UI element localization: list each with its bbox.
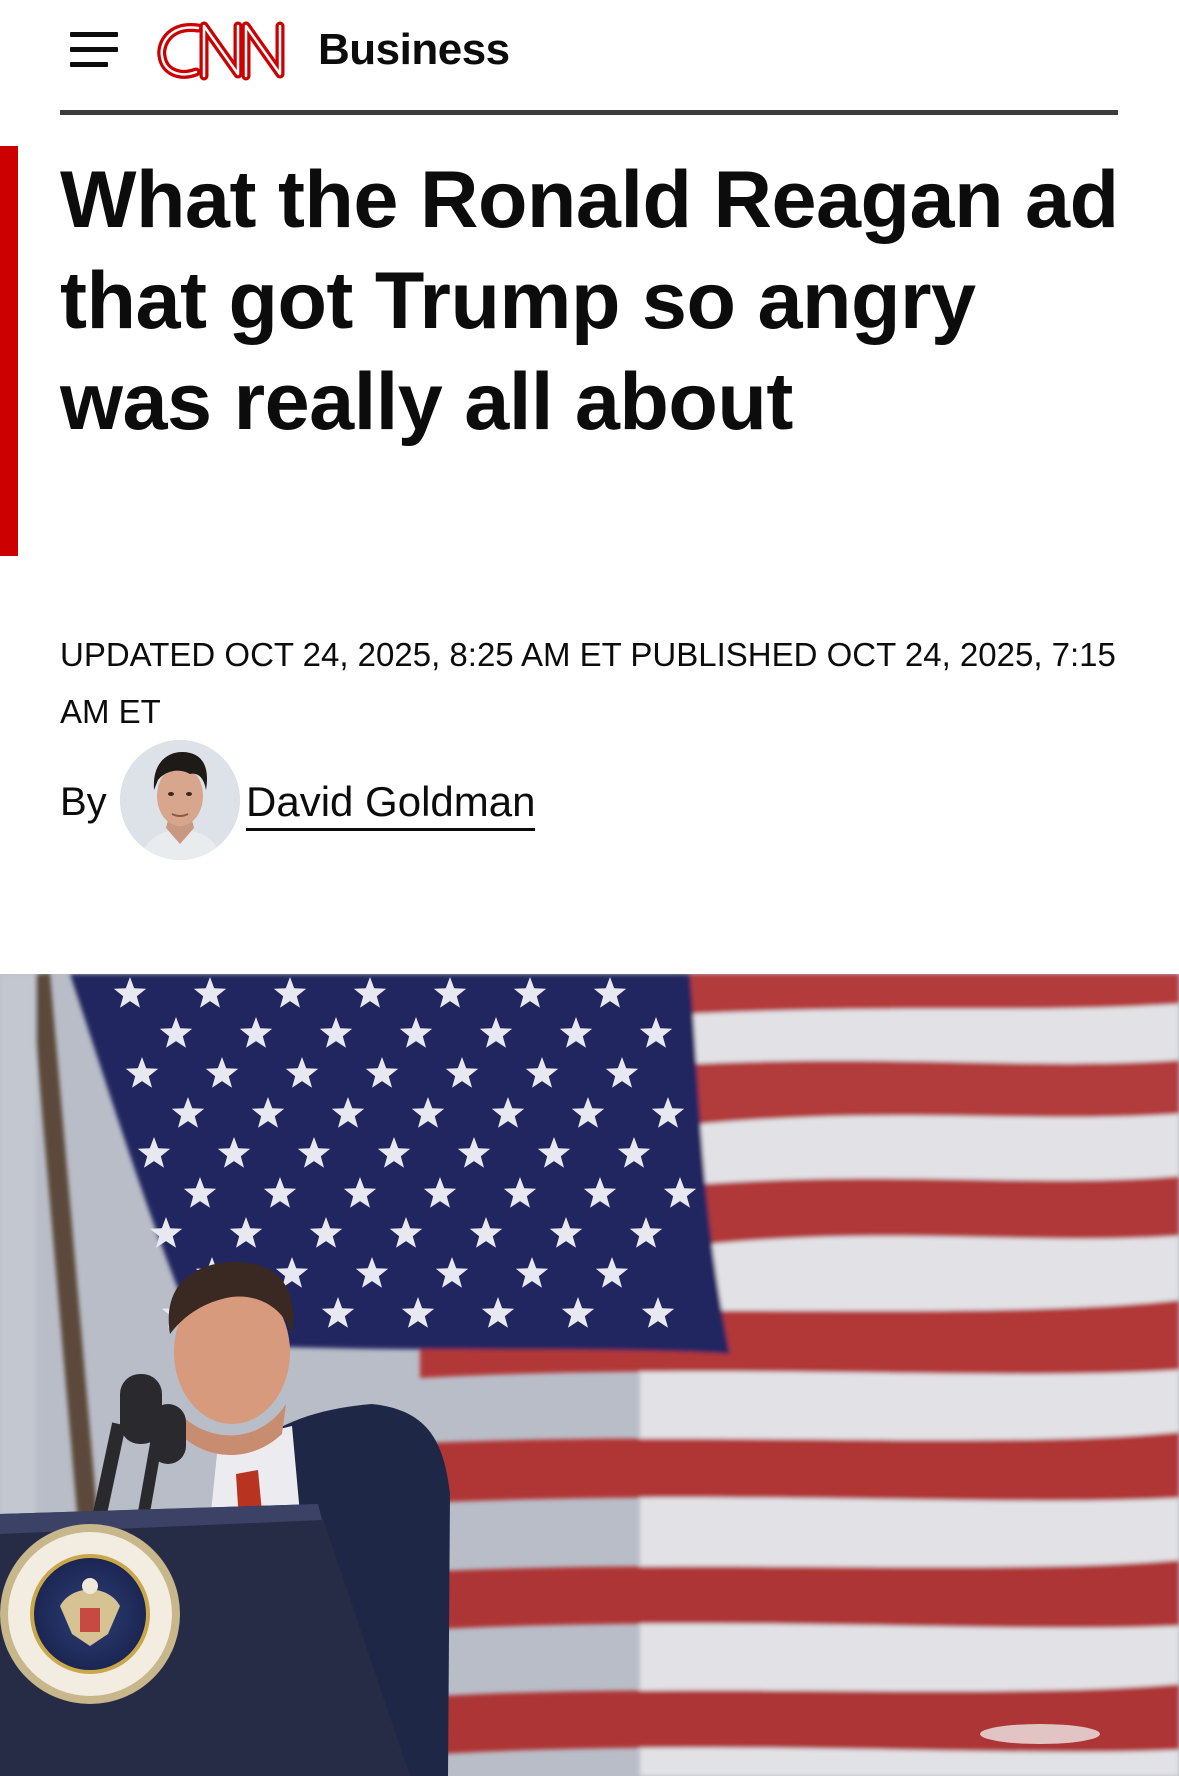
author-link[interactable]: David Goldman — [246, 778, 536, 831]
article-timestamp: UPDATED OCT 24, 2025, 8:25 AM ET PUBLISH… — [60, 636, 1116, 730]
header-divider — [60, 110, 1118, 115]
byline: By David Goldman — [60, 740, 760, 864]
hero-image[interactable] — [0, 974, 1179, 1776]
cnn-logo[interactable] — [154, 14, 296, 86]
hamburger-menu-icon[interactable] — [66, 26, 122, 70]
author-avatar[interactable] — [120, 740, 240, 860]
article-headline: What the Ronald Reagan ad that got Trump… — [60, 155, 1119, 447]
headline-accent-bar — [0, 146, 18, 556]
byline-prefix: By — [60, 780, 107, 824]
section-label[interactable]: Business — [318, 22, 510, 78]
site-header: Business — [0, 0, 1179, 116]
